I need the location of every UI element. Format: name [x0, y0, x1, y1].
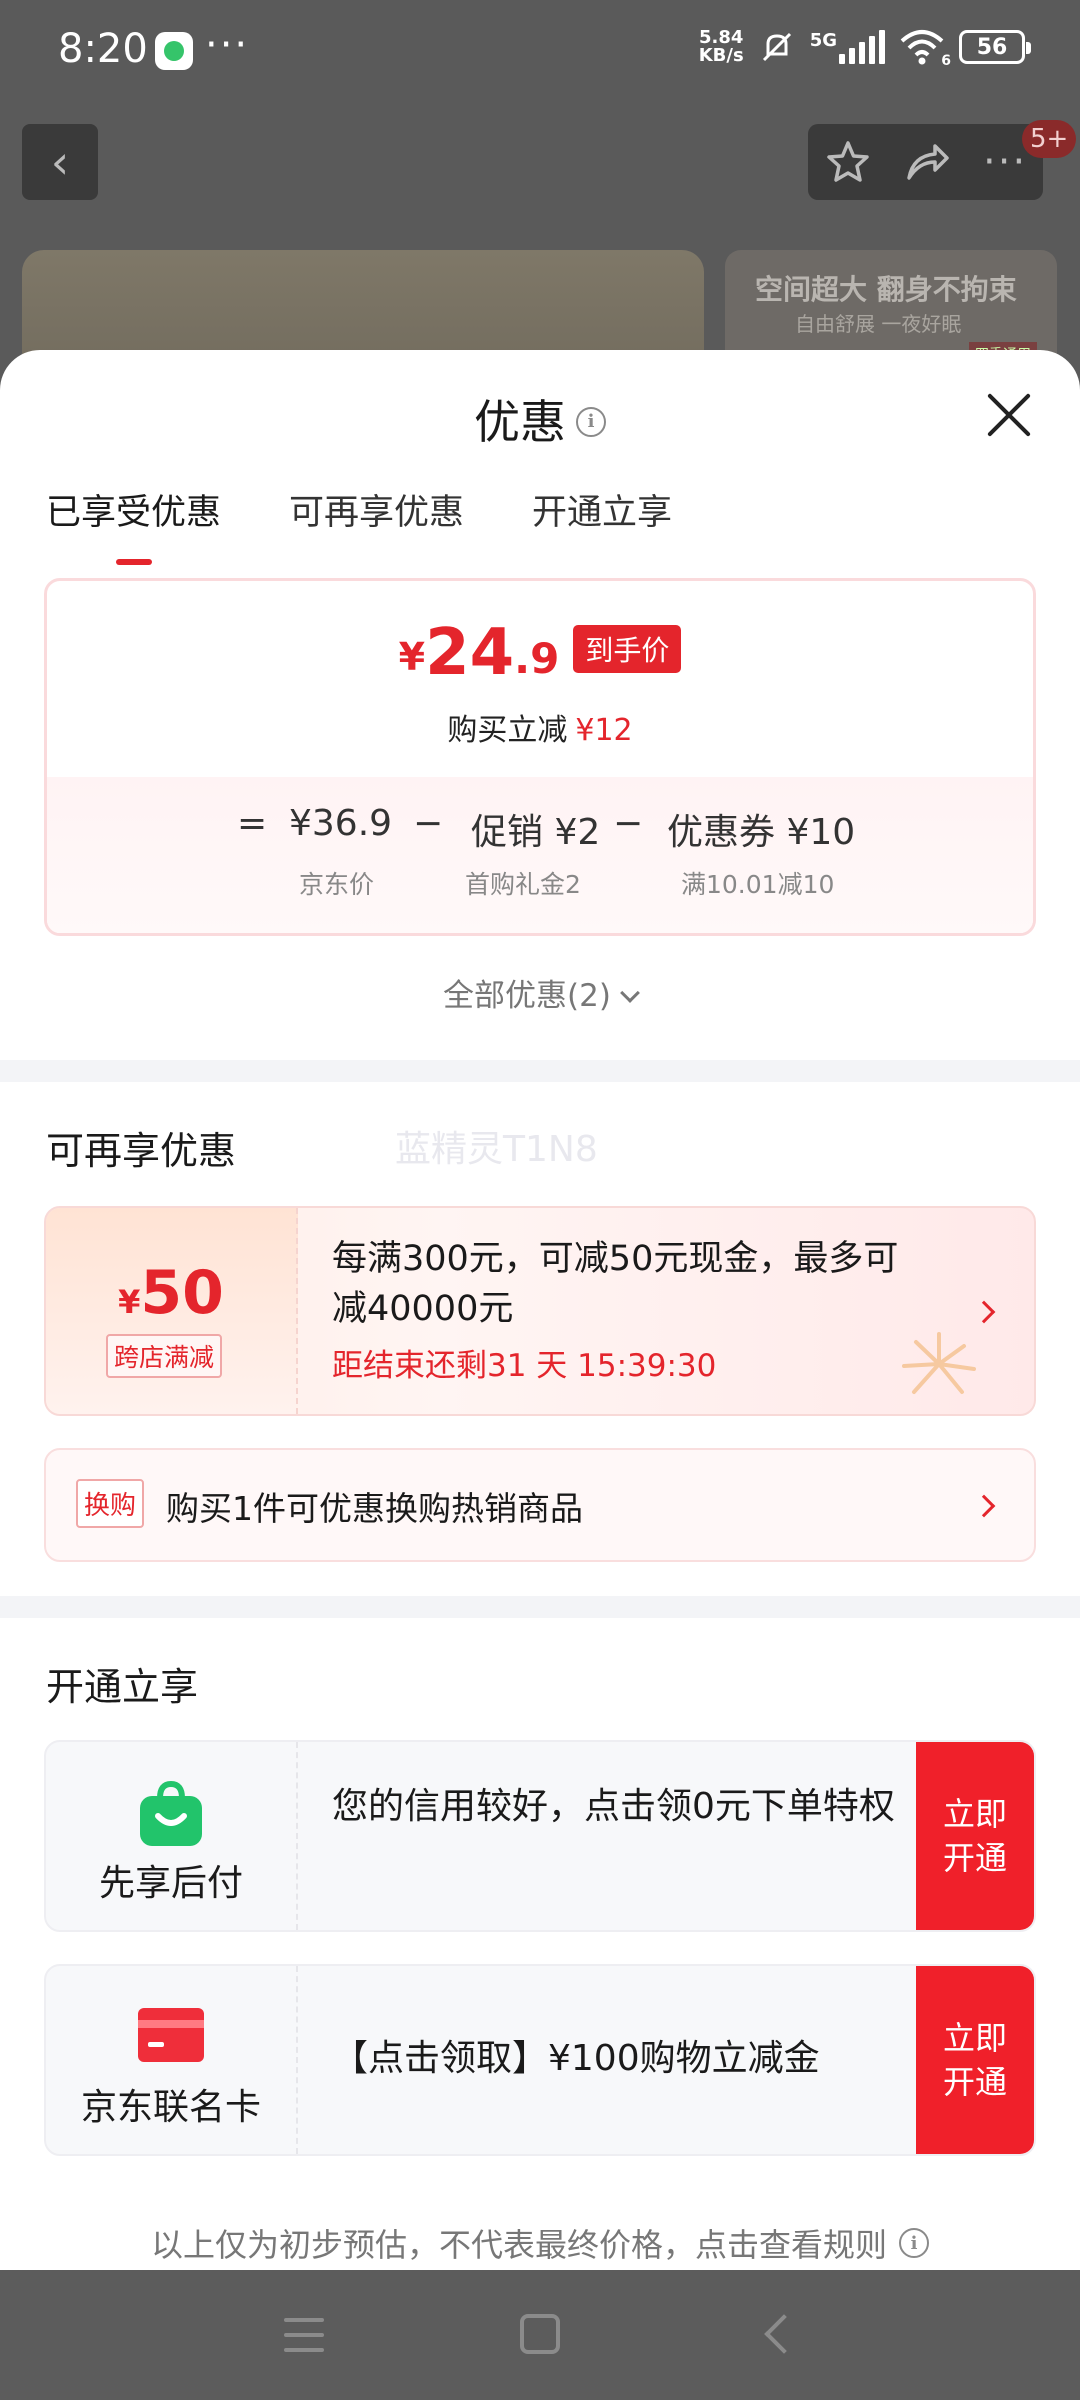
pay-later-label: 先享后付	[98, 1863, 243, 1904]
divider	[0, 1596, 1080, 1618]
swap-purchase-row[interactable]: 换购 购买1件可优惠换购热销商品	[44, 1448, 1036, 1562]
coupon-type-badge: 跨店满减	[106, 1334, 223, 1378]
info-icon: i	[899, 2228, 929, 2258]
pay-later-description: 您的信用较好，点击领0元下单特权	[332, 1786, 895, 1827]
cobrand-card-label: 京东联名卡	[80, 2087, 261, 2128]
close-icon[interactable]	[984, 390, 1034, 440]
sparkle-decoration-icon	[902, 1332, 976, 1394]
menu-icon[interactable]	[284, 2318, 324, 2352]
back-icon[interactable]	[764, 2314, 804, 2354]
chevron-down-icon	[620, 983, 640, 1003]
sheet-title: 优惠 i	[0, 386, 1080, 452]
swap-text: 购买1件可优惠换购热销商品	[166, 1489, 583, 1528]
coupon-countdown: 距结束还剩31 天 15:39:30	[332, 1348, 717, 1384]
discount-sheet: 优惠 i 已享受优惠 可再享优惠 开通立享 ¥ 24 .9 到手价 购买立减 ¥12…	[0, 350, 1080, 2270]
final-price-card: ¥ 24 .9 到手价 购买立减 ¥12 = ¥36.9 京东价 − 促销 ¥2 …	[44, 578, 1036, 936]
open-pay-later-button[interactable]: 立即开通	[916, 1742, 1034, 1930]
more-icon[interactable]: ···	[983, 139, 1027, 185]
all-discounts-toggle[interactable]: 全部优惠(2)	[0, 970, 1080, 1015]
cobrand-card[interactable]: 京东联名卡 【点击领取】¥100购物立减金 立即开通	[44, 1964, 1036, 2156]
cross-store-coupon[interactable]: ¥50 跨店满减 每满300元，可减50元现金，最多可减40000元 距结束还剩…	[44, 1206, 1036, 1416]
home-icon[interactable]	[520, 2314, 560, 2354]
background-product-page: ‹ ··· 5+ 空间超大 翻身不拘束 自由舒展 一夜好眠 四季通用	[0, 100, 1080, 450]
pay-later-card[interactable]: 先享后付 您的信用较好，点击领0元下单特权 立即开通	[44, 1740, 1036, 1932]
swap-badge: 换购	[76, 1479, 145, 1528]
coupon-amount: ¥50	[118, 1258, 224, 1328]
mute-icon	[762, 32, 791, 62]
cobrand-card-description: 【点击领取】¥100购物立减金	[332, 2038, 820, 2079]
back-button[interactable]: ‹	[22, 124, 98, 200]
watermark: 蓝精灵T1N8	[395, 1129, 598, 1170]
status-bar: 8:20 ··· 5.84 KB/s 5G 6 56	[0, 0, 1080, 100]
battery-indicator: 56	[959, 30, 1031, 64]
promo-discount: 促销 ¥2	[471, 812, 601, 853]
cell-signal-icon: 5G	[810, 30, 885, 64]
tab-open[interactable]: 开通立享	[532, 484, 672, 565]
app-notification-icon	[155, 32, 193, 70]
tab-more[interactable]: 可再享优惠	[289, 484, 464, 565]
star-icon[interactable]	[824, 138, 872, 186]
shopping-bag-icon	[140, 1780, 202, 1846]
top-action-group: ···	[808, 124, 1043, 200]
tab-enjoyed[interactable]: 已享受优惠	[46, 484, 221, 565]
share-icon[interactable]	[903, 138, 951, 186]
divider	[0, 1060, 1080, 1082]
discount-tabs: 已享受优惠 可再享优惠 开通立享	[46, 484, 672, 565]
coupon-description: 每满300元，可减50元现金，最多可减40000元	[332, 1239, 899, 1329]
more-notifications-icon: ···	[205, 22, 250, 68]
more-discounts-title: 可再享优惠	[46, 1129, 237, 1173]
estimate-disclaimer[interactable]: 以上仅为初步预估，不代表最终价格，点击查看规则 i	[0, 2220, 1080, 2266]
system-navigation-bar	[0, 2270, 1080, 2400]
network-speed: 5.84 KB/s	[698, 27, 744, 66]
credit-card-icon	[138, 2008, 204, 2062]
coupon-discount: 优惠券 ¥10	[667, 812, 856, 853]
reduce-summary: 购买立减 ¥12	[447, 713, 633, 748]
notification-badge: 5+	[1022, 120, 1077, 158]
wifi-icon: 6	[899, 29, 951, 69]
clock: 8:20	[58, 26, 148, 72]
price-formula: = ¥36.9 京东价 − 促销 ¥2 首购礼金2 − 优惠券 ¥10 满10.…	[237, 803, 856, 899]
base-price: ¥36.9	[289, 803, 393, 844]
open-cobrand-card-button[interactable]: 立即开通	[916, 1966, 1034, 2154]
chevron-right-icon	[972, 1300, 996, 1324]
info-icon[interactable]: i	[576, 406, 606, 437]
final-price-tag: 到手价	[573, 625, 682, 673]
final-price: ¥ 24 .9 到手价	[47, 621, 1033, 685]
open-enjoy-title: 开通立享	[46, 1665, 199, 1709]
chevron-right-icon	[972, 1494, 996, 1518]
